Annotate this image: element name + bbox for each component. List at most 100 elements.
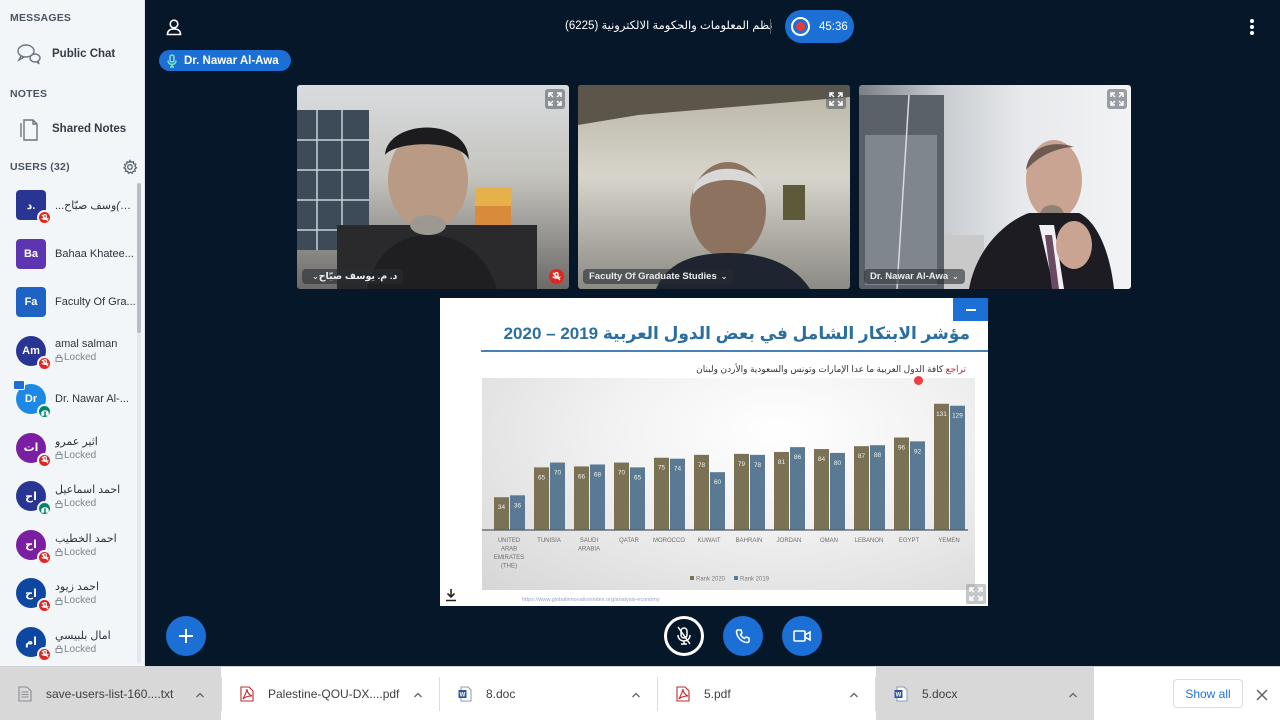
download-file-name: 8.doc [486, 687, 516, 701]
user-list-scrollbar[interactable] [137, 183, 141, 333]
user-list-item[interactable]: اح احمد اسماعيل Locked [0, 472, 137, 520]
actions-plus-button[interactable] [166, 616, 206, 656]
options-menu-icon[interactable] [1246, 17, 1258, 37]
minus-icon [965, 308, 976, 311]
fullscreen-icon[interactable] [966, 584, 986, 604]
talking-indicator[interactable]: Dr. Nawar Al-Awa [159, 50, 291, 71]
download-icon[interactable] [444, 588, 458, 602]
fullscreen-icon[interactable] [826, 89, 846, 109]
avatar-initials: Ba [23, 247, 39, 260]
svg-text:W: W [896, 693, 902, 699]
talking-user-name: Dr. Nawar Al-Awa [184, 54, 279, 67]
download-item[interactable]: W 5.docx [876, 667, 1094, 720]
chat-bubbles-icon [14, 40, 44, 68]
category-label: ARABIA [578, 547, 600, 553]
user-status-text: Locked [64, 449, 97, 461]
user-info: Dr. Nawar Al-... [55, 393, 129, 405]
avatar-initials: Fa [24, 296, 38, 308]
bar-value-label: 34 [498, 504, 506, 511]
user-status: Locked [55, 352, 117, 363]
bar-value-label: 65 [634, 474, 642, 481]
recording-indicator-button[interactable]: 45:36 [785, 10, 854, 43]
title-separator [770, 19, 771, 34]
user-list-item[interactable]: Dr Dr. Nawar Al-... [0, 375, 137, 423]
unmute-button[interactable] [664, 616, 704, 656]
user-list-item[interactable]: ام امال بلبيسي Locked [0, 618, 137, 666]
user-list-item[interactable]: د. ...وسف صبّاح(You) [0, 181, 137, 229]
fullscreen-icon[interactable] [545, 89, 565, 109]
video-tile-3[interactable]: Dr. Nawar Al-Awa ⌄ [859, 85, 1131, 289]
pdf-file-icon [240, 686, 254, 702]
download-item[interactable]: Palestine-QOU-DX....pdf [222, 667, 439, 720]
lock-icon [55, 548, 63, 556]
doc-file-icon: W [458, 686, 472, 702]
chevron-up-icon[interactable] [413, 687, 423, 698]
download-item[interactable]: save-users-list-160....txt [0, 667, 221, 720]
user-info: amal salman Locked [55, 338, 117, 363]
bar-value-label: 70 [618, 470, 626, 477]
close-icon[interactable] [1256, 688, 1268, 701]
shared-notes-label: Shared Notes [52, 123, 127, 135]
chevron-up-icon[interactable] [631, 687, 641, 698]
bar-rank-2019 [510, 495, 525, 530]
public-chat-link[interactable]: Public Chat [0, 36, 144, 72]
avatar: Am [16, 335, 52, 371]
category-label: (THE) [501, 564, 517, 570]
user-info: اثير عمرو Locked [55, 435, 98, 461]
user-status-text: Locked [64, 546, 97, 558]
slide-title-rule [481, 350, 988, 352]
fullscreen-icon[interactable] [1107, 89, 1127, 109]
category-label: EGYPT [899, 538, 920, 544]
download-separator [221, 677, 222, 711]
headphones-icon [37, 501, 52, 516]
video-name-tag[interactable]: Dr. Nawar Al-Awa ⌄ [864, 269, 965, 284]
bar-value-label: 60 [714, 479, 722, 486]
leave-audio-button[interactable] [723, 616, 763, 656]
legend-label: Rank 2019 [740, 577, 770, 583]
avatar: اح [16, 529, 52, 565]
video-name-tag[interactable]: Faculty Of Graduate Studies ⌄ [583, 269, 734, 284]
bigbluebutton-app: MESSAGES Public Chat NOTES Shared Notes … [0, 0, 1280, 720]
video-tile-2[interactable]: Faculty Of Graduate Studies ⌄ [578, 85, 850, 289]
video-name-tag[interactable]: د. م. يوسف صبّاح ⌄ [302, 269, 404, 284]
share-webcam-button[interactable] [782, 616, 822, 656]
muted-microphone-icon [37, 452, 52, 468]
gear-icon[interactable] [122, 159, 138, 175]
muted-microphone-icon [37, 549, 52, 565]
lock-icon [55, 645, 63, 653]
category-label: BAHRAIN [736, 538, 763, 544]
user-list-item[interactable]: ات اثير عمرو Locked [0, 424, 137, 472]
user-list-toggle-icon[interactable] [165, 18, 183, 36]
user-list-item[interactable]: Fa Faculty Of Gra... [0, 278, 137, 326]
bar-rank-2020 [494, 497, 509, 530]
user-list-item[interactable]: Am amal salman Locked [0, 327, 137, 375]
user-list-item[interactable]: اح احمد الخطيب Locked [0, 521, 137, 569]
shared-notes-link[interactable]: Shared Notes [0, 111, 144, 147]
user-name-text: احمد اسماعيل [55, 484, 121, 496]
chevron-up-icon[interactable] [1068, 687, 1078, 698]
bar-value-label: 36 [514, 502, 522, 509]
minimize-presentation-button[interactable] [953, 298, 988, 321]
video-tile-1[interactable]: د. م. يوسف صبّاح ⌄ [297, 85, 569, 289]
record-icon [791, 17, 810, 36]
notes-document-icon [14, 115, 44, 143]
chevron-up-icon[interactable] [849, 687, 859, 698]
category-label: MOROCCO [653, 538, 685, 544]
avatar: د. [16, 190, 52, 225]
lock-icon [55, 500, 63, 508]
download-item[interactable]: W 8.doc [440, 667, 657, 720]
category-label: KUWAIT [697, 538, 720, 544]
you-label: (You) [116, 199, 137, 212]
user-status: Locked [55, 644, 111, 655]
user-list-item[interactable]: Ba Bahaa Khatee... [0, 230, 137, 278]
avatar: ام [16, 626, 52, 662]
show-all-downloads-button[interactable]: Show all [1173, 679, 1243, 708]
download-item[interactable]: 5.pdf [658, 667, 875, 720]
bar-value-label: 131 [936, 411, 947, 418]
avatar-initials: Am [22, 344, 40, 357]
user-info: ...وسف صبّاح(You) [55, 199, 137, 212]
user-list-item[interactable]: اح احمد زيود Locked [0, 569, 137, 617]
chevron-up-icon[interactable] [195, 687, 205, 698]
user-info: احمد زيود Locked [55, 580, 99, 606]
chevron-down-icon: ⌄ [720, 272, 728, 281]
